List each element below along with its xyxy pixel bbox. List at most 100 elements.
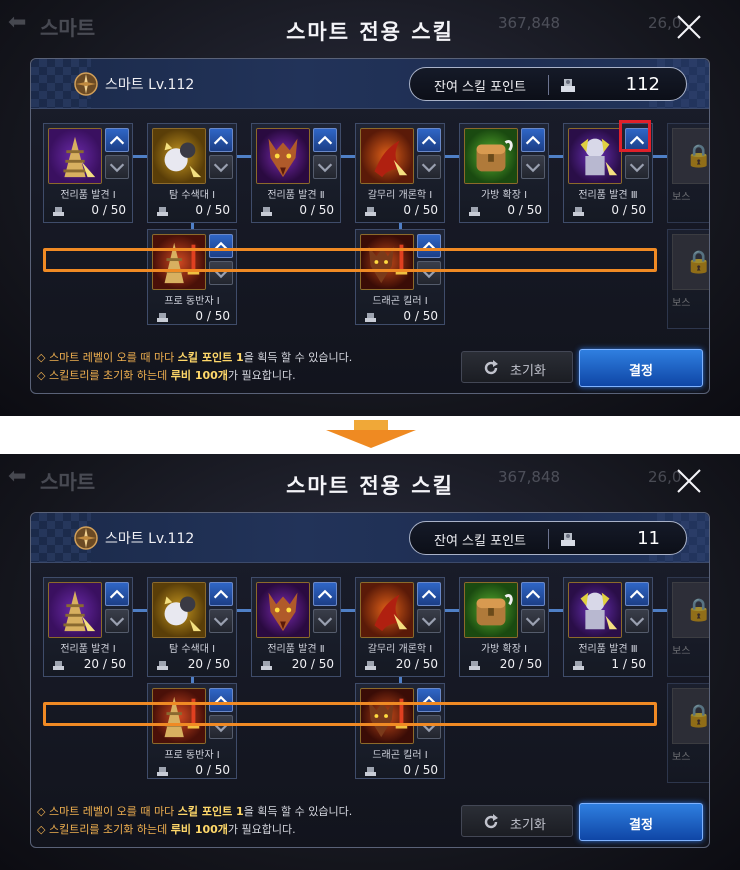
skill-increase-button[interactable] — [417, 582, 441, 606]
skill-name: 전리품 발견 Ⅲ — [578, 644, 638, 655]
skill-decrease-button[interactable] — [209, 609, 233, 633]
skill-icon-frame — [152, 582, 206, 638]
skill-icon-frame — [152, 128, 206, 184]
skill-increase-button[interactable] — [521, 128, 545, 152]
info-bar: 스마트 Lv.112 잔여 스킬 포인트 112 — [31, 59, 709, 109]
reset-button[interactable]: 초기화 — [461, 805, 573, 837]
skill-points: 0 / 50 — [154, 309, 232, 325]
skill-name: 전리품 발견 Ⅱ — [267, 190, 325, 201]
skill-name: 프로 동반자 Ⅰ — [164, 296, 220, 307]
skill-decrease-button[interactable] — [625, 155, 649, 179]
reset-label: 초기화 — [510, 364, 546, 379]
skill-name: 프로 동반자 Ⅰ — [164, 750, 220, 761]
skill-card: 드래곤 킬러 Ⅰ 0 / 50 — [355, 229, 445, 325]
skill-points-value: 0 / 50 — [611, 203, 646, 217]
confirm-button[interactable]: 결정 — [579, 803, 703, 841]
skill-icon-frame — [256, 128, 310, 184]
skill-decrease-button[interactable] — [417, 261, 441, 285]
chevron-up-icon — [213, 241, 229, 251]
skill-decrease-button[interactable] — [105, 155, 129, 179]
skill-card: 프로 동반자 Ⅰ 0 / 50 — [147, 229, 237, 325]
skill-increase-button[interactable] — [209, 128, 233, 152]
skill-increase-button[interactable] — [625, 582, 649, 606]
skill-increase-button[interactable] — [417, 128, 441, 152]
lock-icon: 🔒 — [672, 234, 709, 290]
chevron-down-icon — [525, 163, 541, 173]
skill-connector — [133, 609, 147, 612]
dialog-title: 스마트 전용 스킬 — [286, 20, 454, 44]
chevron-down-icon — [213, 723, 229, 733]
skill-increase-button[interactable] — [417, 688, 441, 712]
skill-increase-button[interactable] — [313, 128, 337, 152]
skill-decrease-button[interactable] — [313, 155, 337, 179]
skill-decrease-button[interactable] — [209, 155, 233, 179]
reset-button[interactable]: 초기화 — [461, 351, 573, 383]
confirm-button[interactable]: 결정 — [579, 349, 703, 387]
chevron-up-icon — [213, 589, 229, 599]
skill-points: 1 / 50 — [570, 657, 648, 673]
skill-increase-button[interactable] — [313, 582, 337, 606]
skill-icon-frame — [360, 582, 414, 638]
skill-increase-button[interactable] — [209, 234, 233, 258]
points-highlight-box — [43, 702, 657, 726]
close-button[interactable] — [672, 10, 706, 44]
skill-point-icon — [261, 207, 272, 216]
chevron-up-icon — [629, 589, 645, 599]
skill-decrease-button[interactable] — [417, 609, 441, 633]
locked-skill-name: 보스 — [672, 752, 691, 763]
loot-bag-icon — [153, 129, 205, 183]
chevron-up-icon — [421, 241, 437, 251]
skill-increase-button[interactable] — [625, 128, 649, 152]
skill-point-icon — [157, 767, 168, 776]
skill-decrease-button[interactable] — [521, 155, 545, 179]
skill-card: 가방 확장 Ⅰ 0 / 50 — [459, 123, 549, 223]
skill-decrease-button[interactable] — [313, 609, 337, 633]
skill-increase-button[interactable] — [105, 128, 129, 152]
skill-increase-button[interactable] — [417, 234, 441, 258]
skill-decrease-button[interactable] — [209, 261, 233, 285]
skill-increase-button[interactable] — [209, 688, 233, 712]
skill-point-icon — [365, 313, 376, 322]
skill-card: 탐 수색대 Ⅰ 0 / 50 — [147, 123, 237, 223]
skill-decrease-button[interactable] — [417, 715, 441, 739]
chevron-up-icon — [109, 589, 125, 599]
skill-connector — [133, 155, 147, 158]
skill-name: 가방 확장 Ⅰ — [480, 644, 528, 655]
close-button[interactable] — [672, 464, 706, 498]
skill-points: 0 / 50 — [50, 203, 128, 219]
chevron-down-icon — [629, 163, 645, 173]
skill-decrease-button[interactable] — [209, 715, 233, 739]
skill-points: 20 / 50 — [154, 657, 232, 673]
skill-increase-button[interactable] — [521, 582, 545, 606]
chevron-down-icon — [213, 617, 229, 627]
skill-decrease-button[interactable] — [521, 609, 545, 633]
chevron-up-icon — [317, 589, 333, 599]
skill-points: 0 / 50 — [362, 763, 440, 779]
skill-connector — [653, 155, 667, 158]
skill-card: 전리품 발견 Ⅲ 1 / 50 — [563, 577, 653, 677]
backpack-icon — [465, 129, 517, 183]
reset-icon — [484, 814, 498, 829]
note-line-1: ◇ 스마트 레벨이 오를 때 마다 스킬 포인트 1을 획득 할 수 있습니다. — [37, 351, 353, 364]
close-icon — [677, 469, 701, 493]
skill-point-icon — [573, 661, 584, 670]
skill-connector — [549, 155, 563, 158]
skill-points-value: 20 / 50 — [291, 657, 334, 671]
skill-card: 전리품 발견 Ⅲ 0 / 50 — [563, 123, 653, 223]
skill-points-value: 20 / 50 — [83, 657, 126, 671]
skill-increase-button[interactable] — [105, 582, 129, 606]
skill-icon-frame — [464, 128, 518, 184]
skill-icon-frame — [152, 234, 206, 290]
skill-decrease-button[interactable] — [105, 609, 129, 633]
chevron-up-icon — [109, 135, 125, 145]
chevron-down-icon — [317, 163, 333, 173]
skill-decrease-button[interactable] — [417, 155, 441, 179]
skill-card: 드래곤 킬러 Ⅰ 0 / 50 — [355, 683, 445, 779]
chevron-down-icon — [421, 723, 437, 733]
skill-card: 갈무리 개론학 Ⅰ 0 / 50 — [355, 123, 445, 223]
armored-knight-icon — [569, 129, 621, 183]
skill-increase-button[interactable] — [209, 582, 233, 606]
skill-icon-frame — [48, 128, 102, 184]
skill-name: 탐 수색대 Ⅰ — [168, 644, 216, 655]
skill-decrease-button[interactable] — [625, 609, 649, 633]
